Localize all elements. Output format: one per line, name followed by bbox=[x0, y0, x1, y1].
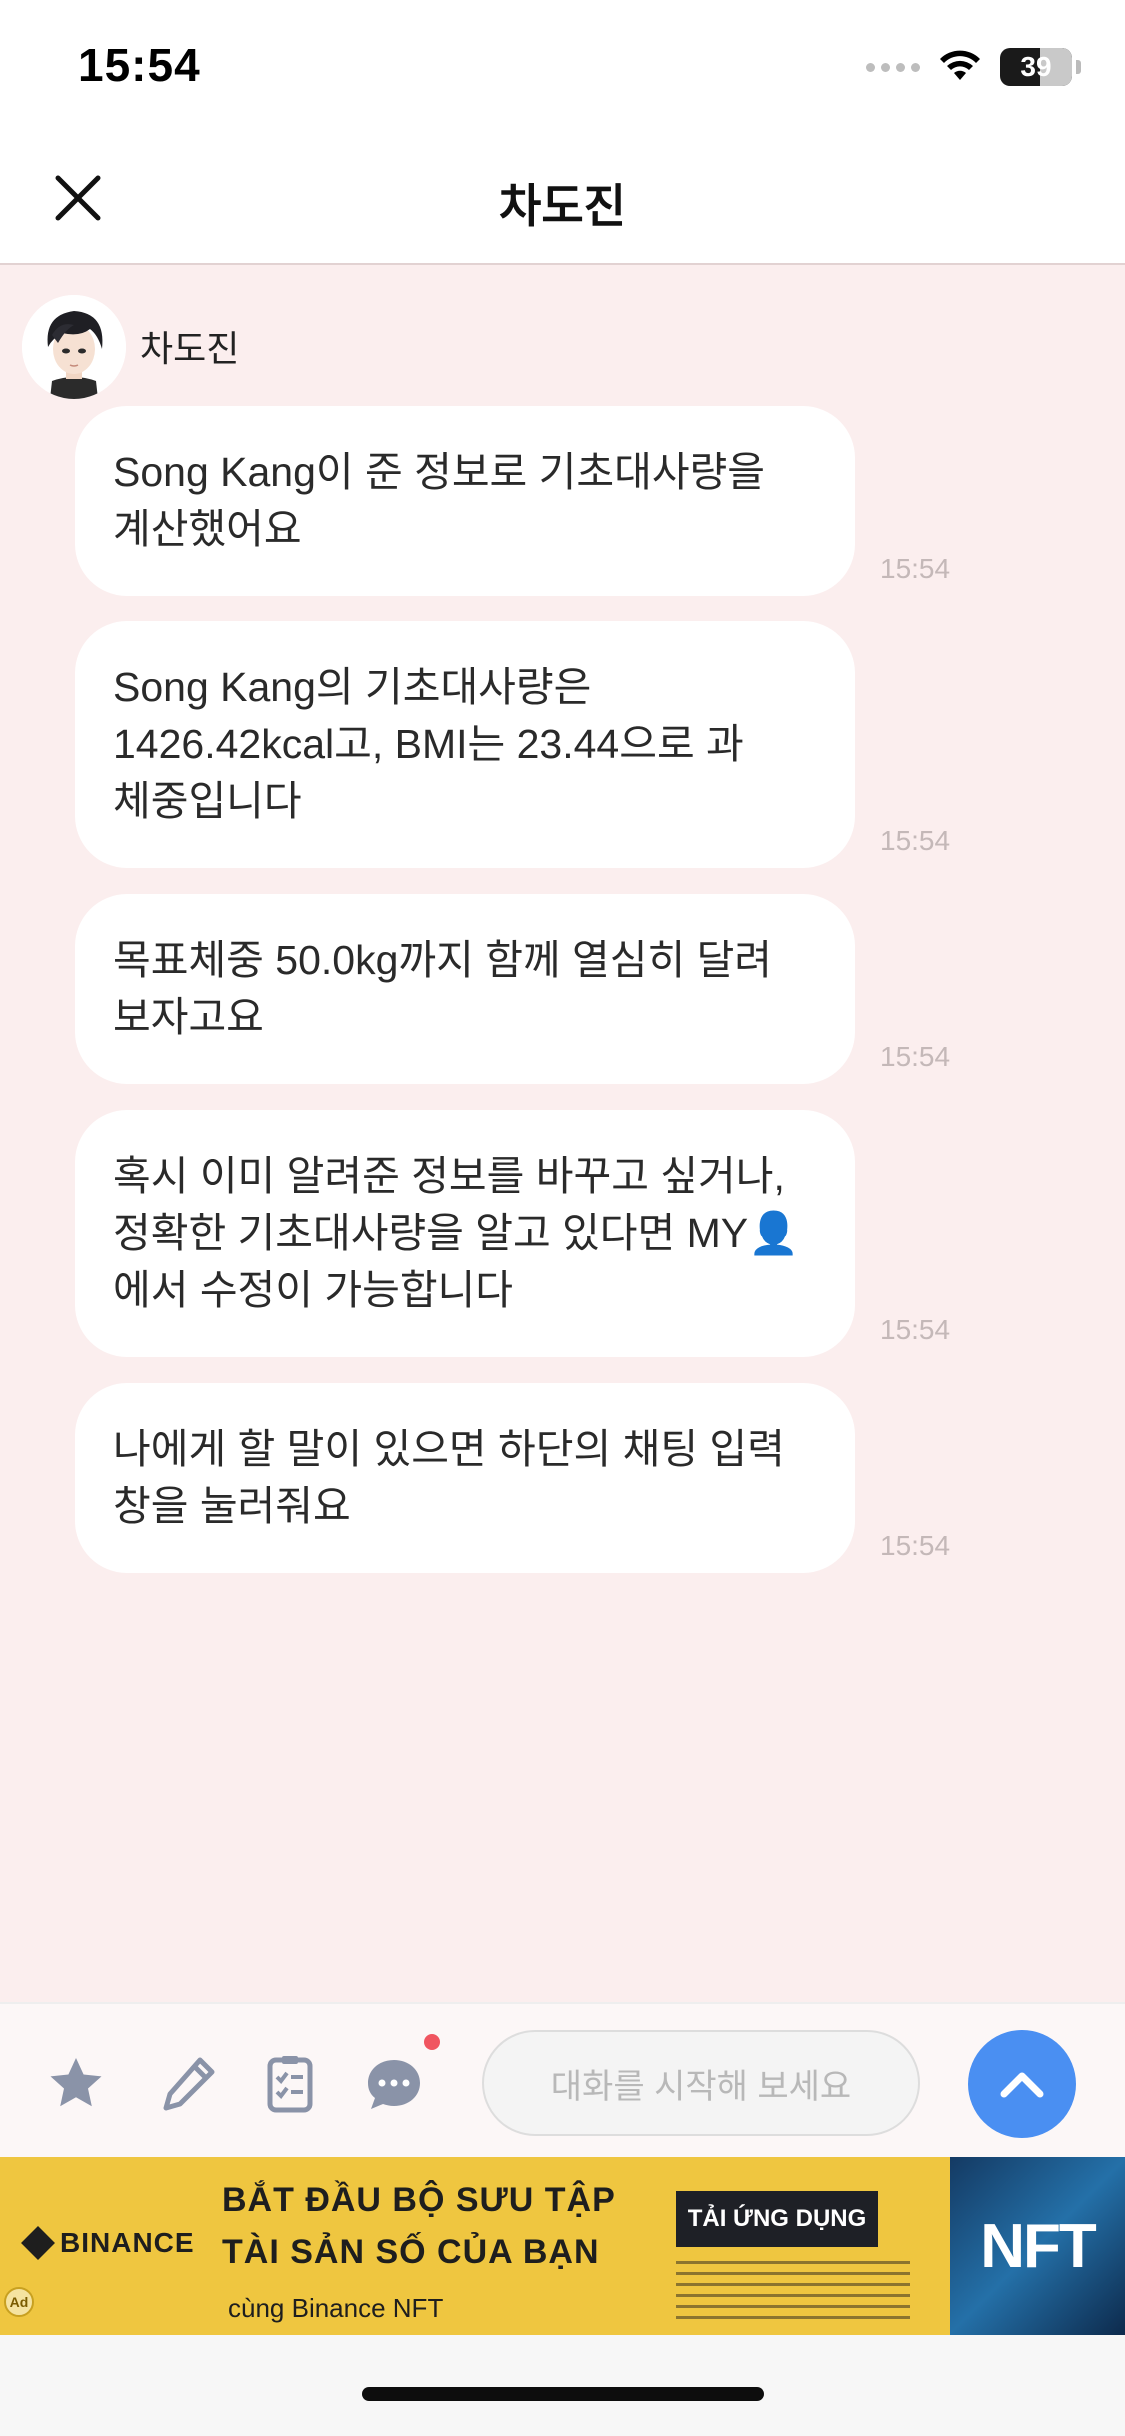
chat-input[interactable]: 대화를 시작해 보세요 bbox=[482, 2030, 920, 2136]
battery-icon: 39 bbox=[1000, 48, 1072, 86]
ad-badge[interactable]: Ad bbox=[4, 2287, 34, 2317]
home-indicator-area bbox=[0, 2335, 1125, 2436]
message-bubble: 혹시 이미 알려준 정보를 바꾸고 싶거나, 정확한 기초대사량을 알고 있다면… bbox=[75, 1110, 855, 1357]
message-line: 계산했어요 bbox=[113, 506, 302, 552]
status-time: 15:54 bbox=[78, 39, 201, 91]
ad-headline: TÀI SẢN SỐ CỦA BẠN bbox=[222, 2233, 600, 2271]
message-line: Song Kang이 준 정보로 기초대사량을 bbox=[113, 449, 765, 495]
notification-dot bbox=[424, 2034, 440, 2050]
star-icon bbox=[50, 2058, 102, 2107]
message-time: 15:54 bbox=[880, 1314, 951, 1345]
status-indicators: 39 bbox=[866, 48, 1081, 86]
message-line: 정확한 기초대사량을 알고 있다면 MY👤 bbox=[113, 1210, 800, 1256]
favorite-button[interactable] bbox=[44, 2052, 108, 2116]
scroll-up-button[interactable] bbox=[968, 2030, 1076, 2138]
status-bar: 15:54 39 bbox=[0, 0, 1125, 140]
message-time: 15:54 bbox=[880, 553, 951, 584]
message-line: 보자고요 bbox=[113, 994, 264, 1040]
message-line: 목표체중 50.0kg까지 함께 열심히 달려 bbox=[113, 937, 773, 983]
chat-bubble-icon bbox=[368, 2060, 420, 2109]
ad-brand-name: BINANCE bbox=[60, 2227, 195, 2258]
checklist-button[interactable] bbox=[258, 2052, 322, 2116]
ad-fine-print bbox=[676, 2261, 910, 2319]
ad-banner[interactable]: BINANCE BẮT ĐẦU BỘ SƯU TẬP TÀI SẢN SỐ CỦ… bbox=[0, 2157, 1125, 2335]
message-time: 15:54 bbox=[880, 1041, 951, 1072]
ad-headline: BẮT ĐẦU BỘ SƯU TẬP bbox=[222, 2181, 616, 2219]
pencil-icon bbox=[163, 2057, 215, 2111]
ad-subline: cùng Binance NFT bbox=[228, 2293, 444, 2323]
chat-input-bar: 대화를 시작해 보세요 bbox=[0, 2002, 1125, 2157]
message-bubble: 목표체중 50.0kg까지 함께 열심히 달려 보자고요 bbox=[75, 894, 855, 1084]
character-avatar-icon bbox=[22, 295, 126, 399]
wifi-icon bbox=[940, 50, 980, 80]
message-time: 15:54 bbox=[880, 825, 951, 856]
chat-area[interactable]: 차도진 Song Kang이 준 정보로 기초대사량을 계산했어요 15:54 … bbox=[0, 265, 1125, 2002]
message-line: 체중입니다 bbox=[113, 778, 302, 824]
message-line: Song Kang의 기초대사량은 bbox=[113, 664, 592, 710]
chevron-up-icon bbox=[1000, 2072, 1044, 2098]
battery-cap bbox=[1076, 60, 1081, 74]
checklist-icon bbox=[267, 2056, 313, 2113]
message-bubble: Song Kang이 준 정보로 기초대사량을 계산했어요 bbox=[75, 406, 855, 596]
sender-name: 차도진 bbox=[140, 328, 240, 369]
message-bubble: Song Kang의 기초대사량은 1426.42kcal고, BMI는 23.… bbox=[75, 621, 855, 868]
ad-download-button[interactable]: TẢI ỨNG DỤNG bbox=[676, 2191, 878, 2247]
home-indicator[interactable] bbox=[362, 2387, 764, 2401]
avatar[interactable] bbox=[22, 295, 126, 399]
ad-nft-image: NFT bbox=[950, 2157, 1125, 2335]
message-bubble: 나에게 할 말이 있으면 하단의 채팅 입력 창을 눌러줘요 bbox=[75, 1383, 855, 1573]
battery-level: 39 bbox=[1020, 51, 1052, 82]
cellular-signal-icon bbox=[866, 62, 920, 72]
chat-menu-button[interactable] bbox=[362, 2052, 426, 2116]
page-title: 차도진 bbox=[499, 180, 626, 232]
ad-brand-logo: BINANCE bbox=[21, 2226, 195, 2260]
edit-button[interactable] bbox=[156, 2052, 220, 2116]
message-line: 1426.42kcal고, BMI는 23.44으로 과 bbox=[113, 721, 744, 767]
message-line: 혹시 이미 알려준 정보를 바꾸고 싶거나, bbox=[113, 1153, 785, 1199]
message-line: 나에게 할 말이 있으면 하단의 채팅 입력 bbox=[113, 1426, 785, 1472]
message-line: 에서 수정이 가능합니다 bbox=[113, 1267, 513, 1313]
nav-bar: 차도진 bbox=[0, 140, 1125, 265]
message-time: 15:54 bbox=[880, 1530, 951, 1561]
message-line: 창을 눌러줘요 bbox=[113, 1483, 351, 1529]
binance-logo-icon bbox=[21, 2226, 55, 2260]
